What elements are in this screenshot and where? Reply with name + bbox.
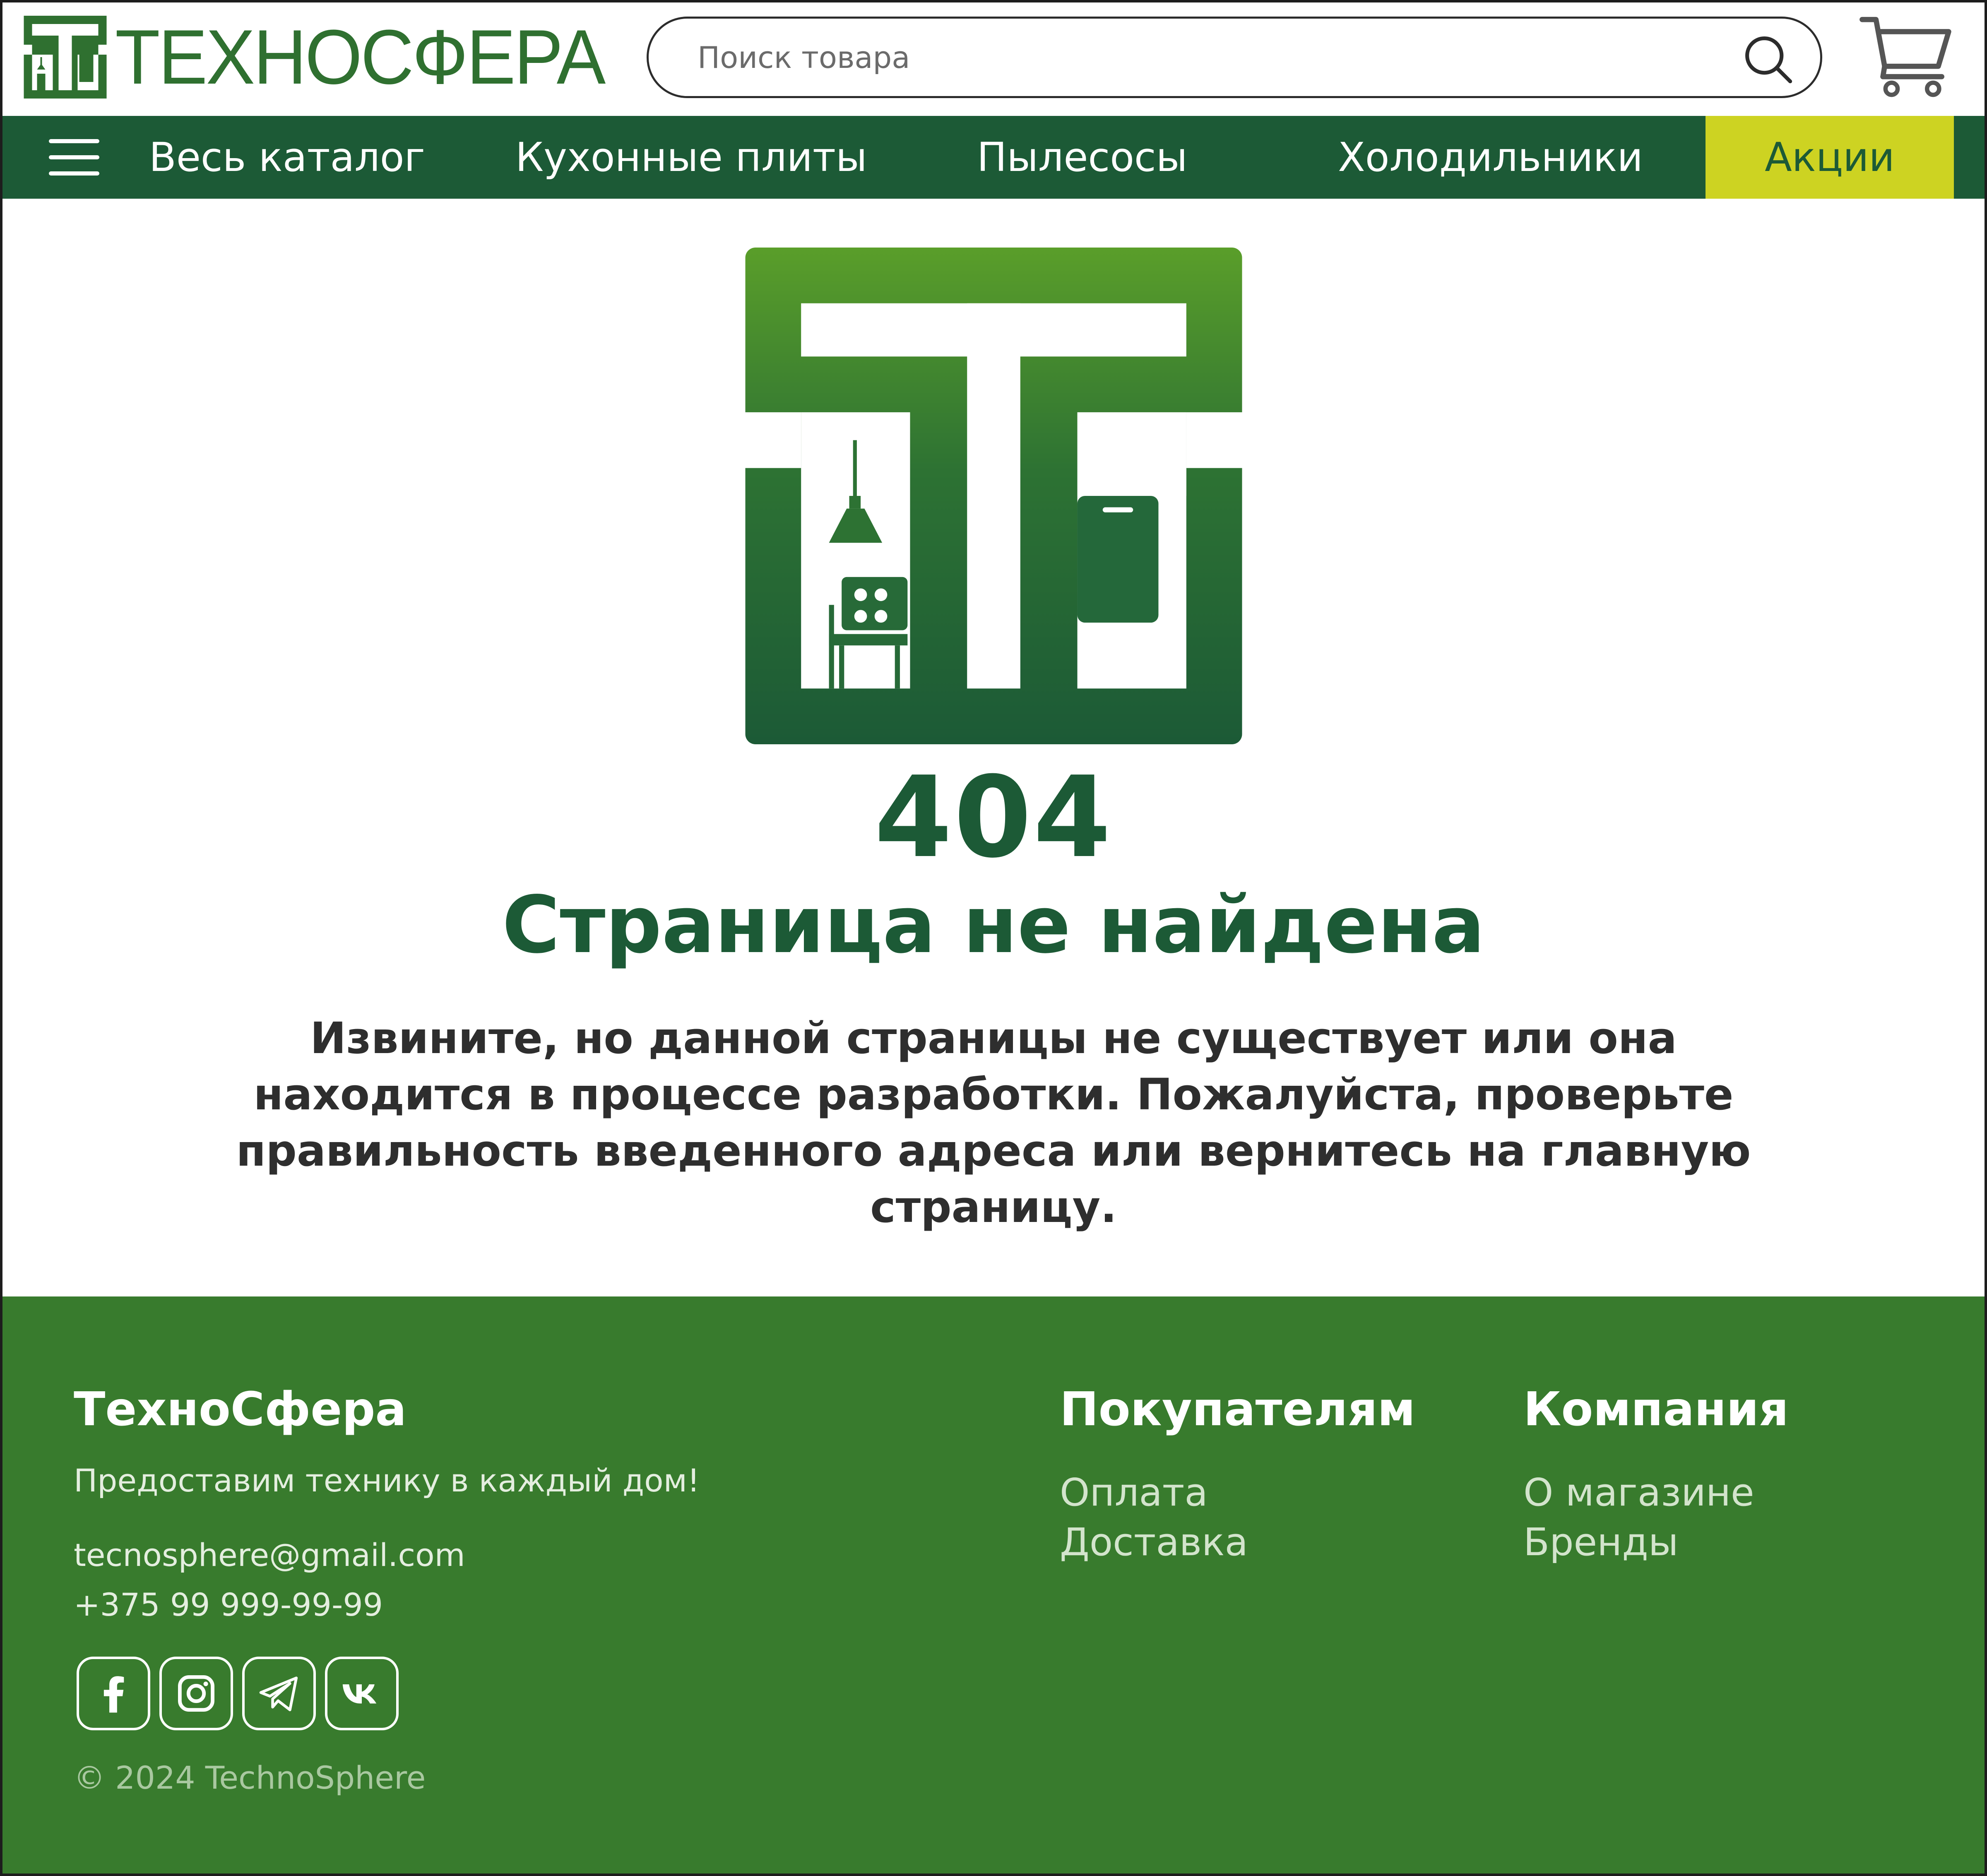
facebook-link[interactable] [77,1657,150,1730]
error-content: 404 Страница не найдена Извините, но дан… [0,199,1987,1296]
site-footer: ТехноСфера Предоставим технику в каждый … [0,1296,1987,1876]
footer-brand: ТехноСфера [74,1383,407,1436]
footer-link-about[interactable]: О магазине [1523,1470,1754,1515]
footer-tagline: Предоставим технику в каждый дом! [74,1462,700,1499]
nav-item-catalog[interactable]: Весь каталог [149,116,425,199]
instagram-icon [178,1675,214,1712]
vk-link[interactable] [325,1657,399,1730]
brand-logo-icon [24,16,107,99]
search-icon[interactable] [1741,32,1795,86]
copyright: © 2024 TechnoSphere [74,1759,426,1796]
error-message: Извините, но данной страницы не существу… [236,1013,1751,1232]
social-links [77,1657,399,1730]
nav-item-fridges[interactable]: Холодильники [1338,116,1643,199]
brand-name: ТЕХНОСФЕРА [115,14,606,100]
nav-item-promotions[interactable]: Акции [1706,116,1954,199]
search-input[interactable] [698,40,1691,75]
instagram-link[interactable] [159,1657,233,1730]
footer-link-payment[interactable]: Оплата [1060,1470,1208,1515]
footer-phone-link[interactable]: +375 99 999-99-99 [74,1586,383,1623]
nav-item-vacuums[interactable]: Пылесосы [977,116,1188,199]
page-title: Страница не найдена [502,879,1485,971]
footer-column-title-customers: Покупателям [1060,1383,1416,1436]
facebook-icon [103,1676,124,1713]
brand-emblem-icon [745,248,1242,744]
search-bar [647,17,1822,98]
footer-link-brands[interactable]: Бренды [1523,1520,1679,1564]
menu-icon[interactable] [49,137,99,178]
telegram-link[interactable] [242,1657,316,1730]
site-header: ТЕХНОСФЕРА [0,0,1987,116]
cart-icon[interactable] [1859,12,1954,99]
nav-item-stoves[interactable]: Кухонные плиты [515,116,867,199]
footer-link-delivery[interactable]: Доставка [1060,1520,1248,1564]
vk-icon [342,1684,377,1704]
telegram-icon [259,1676,298,1711]
footer-column-title-company: Компания [1523,1383,1789,1436]
error-code: 404 [874,752,1113,883]
footer-email-link[interactable]: tecnosphere@gmail.com [74,1537,465,1573]
site-logo[interactable]: ТЕХНОСФЕРА [23,14,606,100]
main-nav: Весь каталог Кухонные плиты Пылесосы Хол… [0,116,1987,199]
